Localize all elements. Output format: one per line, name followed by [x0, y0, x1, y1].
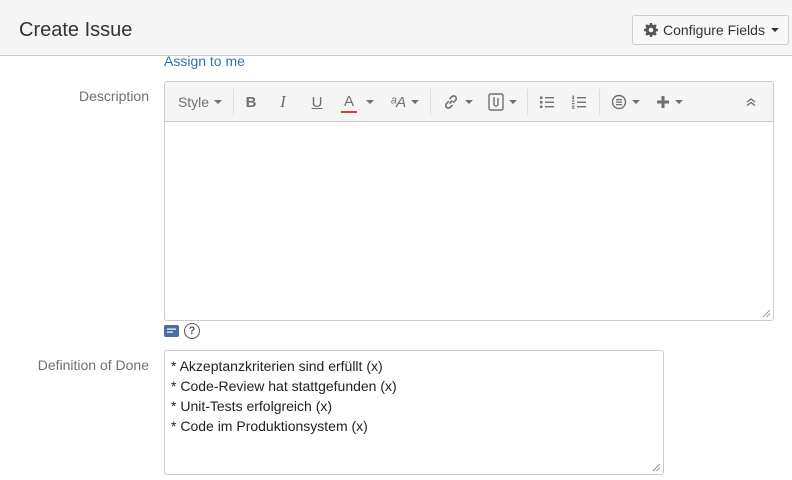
chevron-down-icon [366, 100, 374, 104]
bold-icon: B [245, 93, 257, 111]
text-color-dropdown[interactable] [363, 82, 377, 122]
toolbar-divider [527, 89, 528, 115]
chevron-down-icon [214, 100, 223, 104]
assign-to-me-link[interactable]: Assign to me [164, 53, 245, 69]
configure-fields-button[interactable]: Configure Fields [632, 15, 789, 45]
dod-line: * Code-Review hat stattgefunden (x) [171, 378, 397, 394]
bullet-list-icon [540, 96, 554, 108]
italic-icon: I [280, 92, 286, 111]
insert-more-button[interactable] [651, 82, 687, 122]
toolbar-divider [233, 89, 234, 115]
text-mode-toggle-icon[interactable] [164, 325, 179, 337]
definition-of-done-textarea[interactable]: * Akzeptanzkriterien sind erfüllt (x) * … [164, 350, 664, 475]
dialog-title: Create Issue [19, 19, 133, 41]
chevron-down-icon [631, 100, 640, 104]
chevron-down-icon [411, 100, 420, 104]
style-dropdown-label: Style [177, 94, 210, 110]
description-textarea[interactable] [165, 122, 773, 320]
text-effects-icon: ᵃA [390, 93, 407, 111]
underline-icon: U [311, 93, 323, 111]
plus-icon [656, 96, 669, 108]
definition-of-done-label: Definition of Done [37, 357, 149, 373]
numbered-list-icon [572, 95, 586, 109]
italic-button[interactable]: I [271, 82, 295, 122]
lines-icon [167, 328, 176, 333]
emoticon-button[interactable] [605, 82, 645, 122]
resize-handle-icon[interactable] [651, 462, 661, 472]
numbered-list-button[interactable] [565, 82, 593, 122]
chevron-down-icon [770, 28, 779, 32]
chevron-down-icon [464, 100, 473, 104]
double-chevron-up-icon [746, 98, 756, 107]
dod-line: * Code im Produktionsystem (x) [171, 418, 368, 434]
dod-line: * Akzeptanzkriterien sind erfüllt (x) [171, 358, 383, 374]
text-color-icon: A [343, 92, 354, 110]
editor-toolbar: Style B I U A ᵃA [165, 82, 773, 122]
dialog-header: Create Issue Configure Fields [0, 0, 792, 56]
resize-handle-icon[interactable] [761, 308, 771, 318]
underline-button[interactable]: U [305, 82, 329, 122]
dod-line: * Unit-Tests erfolgreich (x) [171, 398, 333, 414]
help-icon[interactable]: ? [184, 323, 200, 339]
bullet-list-button[interactable] [533, 82, 561, 122]
description-editor: Style B I U A ᵃA [164, 81, 774, 321]
help-glyph: ? [188, 325, 196, 337]
collapse-toolbar-button[interactable] [739, 82, 763, 122]
link-icon [444, 95, 457, 109]
style-dropdown[interactable]: Style [171, 82, 229, 122]
attachment-icon [487, 93, 504, 111]
gear-icon [644, 23, 658, 37]
emoticon-icon [611, 94, 626, 110]
text-effects-button[interactable]: ᵃA [385, 82, 425, 122]
bold-button[interactable]: B [239, 82, 263, 122]
toolbar-divider [430, 89, 431, 115]
chevron-down-icon [508, 100, 517, 104]
chevron-down-icon [674, 100, 683, 104]
attachment-button[interactable] [483, 82, 521, 122]
configure-fields-label: Configure Fields [663, 22, 765, 38]
link-button[interactable] [437, 82, 477, 122]
text-color-button[interactable]: A [337, 82, 361, 122]
toolbar-divider [599, 89, 600, 115]
text-color-swatch [341, 110, 357, 113]
description-label: Description [78, 88, 149, 104]
editor-footer-icons: ? [164, 322, 200, 340]
